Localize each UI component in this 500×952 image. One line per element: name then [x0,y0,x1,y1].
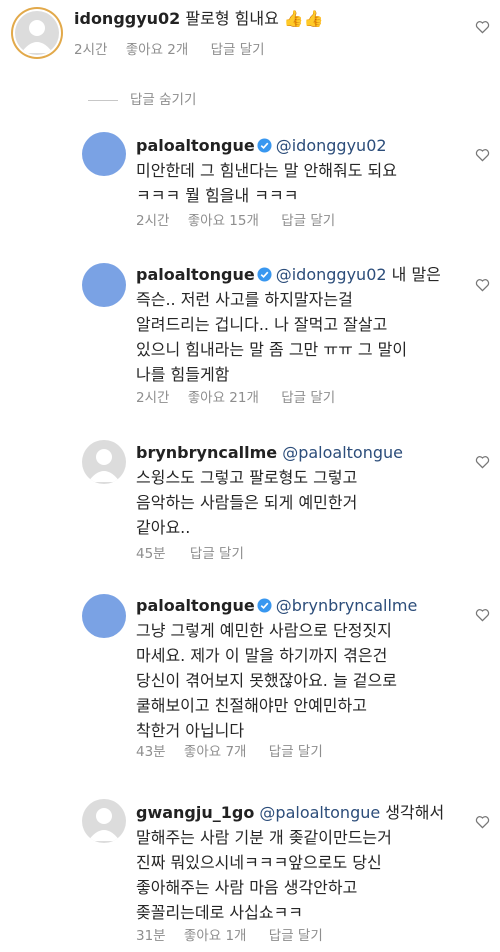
likes-count[interactable]: 좋아요 21개 [188,386,259,406]
username[interactable]: brynbryncallme [136,443,277,462]
likes-count[interactable]: 좋아요 2개 [126,38,189,58]
avatar[interactable] [82,132,126,176]
mention-link[interactable]: @idonggyu02 [276,265,387,284]
likes-label: 좋아요 [183,928,222,944]
avatar[interactable] [82,799,126,843]
mention-link[interactable]: @idonggyu02 [276,136,387,155]
likes-label: 좋아요 [125,42,163,58]
hide-replies-button[interactable]: 답글 숨기기 [88,88,196,108]
likes-label: 좋아요 [187,390,225,406]
verified-badge-icon [257,267,272,282]
heart-icon[interactable] [475,148,490,162]
likes-count[interactable]: 좋아요 7개 [184,740,247,760]
username[interactable]: paloaltongue [136,265,255,284]
avatar[interactable] [82,263,126,307]
comment-body: 미안한데 그 힘낸다는 말 안해줘도 되요 ㅋㅋㅋ 뭘 힘을내 ㅋㅋㅋ [136,161,397,205]
reply-button[interactable]: 답글 달기 [281,209,335,229]
likes-count[interactable]: 좋아요 1개 [184,924,247,944]
comment-text: gwangju_1go @paloaltongue 생각해서 말해주는 사람 기… [136,800,444,925]
mention-link[interactable]: @paloaltongue [282,443,403,462]
likes-value: 7개 [225,744,247,760]
hide-replies-label: 답글 숨기기 [130,92,197,108]
avatar[interactable] [15,11,59,55]
comment-meta: 2시간 좋아요 15개 답글 달기 [136,209,335,229]
comment-meta: 45분 답글 달기 [136,542,244,562]
comment-text: brynbryncallme @paloaltongue 스윙스도 그렇고 팔로… [136,440,403,540]
timestamp: 45분 [136,546,166,562]
likes-label: 좋아요 [187,213,225,229]
verified-badge-icon [257,598,272,613]
comment-text: paloaltongue @idonggyu02 내 말은 즉슨.. 저런 사고를… [136,262,441,387]
divider [88,99,118,101]
comment-meta: 31분 좋아요 1개 답글 달기 [136,924,323,944]
username[interactable]: gwangju_1go [136,803,254,822]
reply-button[interactable]: 답글 달기 [211,38,265,58]
avatar[interactable] [82,594,126,638]
timestamp: 43분 [136,744,166,760]
reply-button[interactable]: 답글 달기 [269,740,323,760]
mention-link[interactable]: @paloaltongue [259,803,380,822]
avatar[interactable] [82,440,126,484]
likes-value: 2개 [167,42,189,58]
reply-button[interactable]: 답글 달기 [269,924,323,944]
comment-text: paloaltongue @brynbryncallme 그냥 그렇게 예민한 사… [136,593,417,743]
comment-body: 팔로형 힘내요 👍👍 [185,9,324,28]
likes-value: 1개 [225,928,247,944]
username[interactable]: paloaltongue [136,596,255,615]
timestamp: 2시간 [136,390,170,406]
heart-icon[interactable] [475,278,490,292]
timestamp: 31분 [136,928,166,944]
reply-button[interactable]: 답글 달기 [190,542,244,562]
username[interactable]: paloaltongue [136,136,255,155]
heart-icon[interactable] [475,455,490,469]
mention-link[interactable]: @brynbryncallme [276,596,418,615]
reply-button[interactable]: 답글 달기 [281,386,335,406]
likes-value: 15개 [229,213,259,229]
verified-badge-icon [257,138,272,153]
comment-text: idonggyu02 팔로형 힘내요 👍👍 [74,6,324,31]
likes-value: 21개 [229,390,259,406]
username[interactable]: idonggyu02 [74,9,180,28]
comment-body: 스윙스도 그렇고 팔로형도 그렇고 음악하는 사람들은 되게 예민한거 같아요.… [136,468,358,537]
comment-meta: 43분 좋아요 7개 답글 달기 [136,740,323,760]
likes-label: 좋아요 [183,744,222,760]
likes-count[interactable]: 좋아요 15개 [188,209,259,229]
heart-icon[interactable] [475,20,490,34]
comment-body: 그냥 그렇게 예민한 사람으로 단정짓지 마세요. 제가 이 말을 하기까지 겪… [136,621,397,740]
timestamp: 2시간 [136,213,170,229]
comment-text: paloaltongue @idonggyu02 미안한데 그 힘낸다는 말 안해… [136,133,397,208]
timestamp: 2시간 [74,42,108,58]
comment-meta: 2시간 좋아요 21개 답글 달기 [136,386,335,406]
heart-icon[interactable] [475,608,490,622]
heart-icon[interactable] [475,815,490,829]
comment-meta: 2시간 좋아요 2개 답글 달기 [74,38,265,58]
